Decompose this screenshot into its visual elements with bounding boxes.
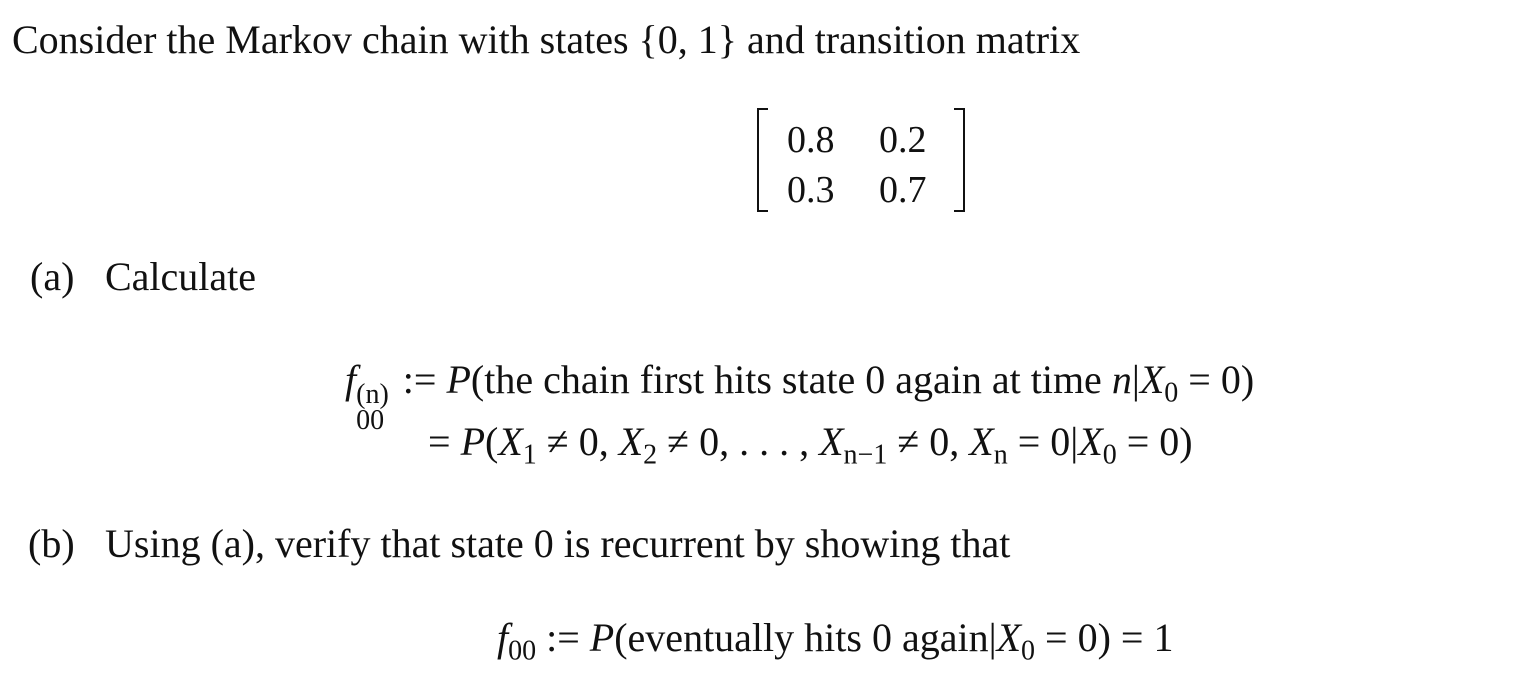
transition-matrix: 0.8 0.2 0.3 0.7 <box>757 108 965 212</box>
math-subscript: 00 <box>508 635 537 667</box>
part-b-label: (b) <box>28 521 75 566</box>
math-text: = 0) <box>1116 419 1193 464</box>
matrix-cell: 0.7 <box>879 169 927 211</box>
math-variable: f <box>497 615 509 660</box>
superscript: (n) <box>356 378 389 410</box>
math-variable: P <box>589 615 615 660</box>
math-subscript: n−1 <box>843 439 888 471</box>
math-variable: X <box>618 419 644 464</box>
math-text: := <box>392 357 447 402</box>
math-subscript: 0 <box>1021 635 1036 667</box>
math-variable: X <box>1078 419 1103 464</box>
math-variable: X <box>996 615 1022 660</box>
math-variable: X <box>498 419 523 464</box>
math-variable: X <box>819 419 844 464</box>
matrix-cell: 0.2 <box>879 119 927 161</box>
math-text: ≠ 0, <box>887 419 970 464</box>
math-text: (eventually hits 0 again| <box>614 615 997 660</box>
math-text: (the chain first hits state 0 again at t… <box>470 357 1112 402</box>
math-variable: P <box>446 357 471 402</box>
math-text: := <box>536 615 590 660</box>
math-text: = 0) <box>1178 357 1255 402</box>
subscript: 00 <box>356 405 385 437</box>
math-text: ( <box>485 419 499 464</box>
math-subsup: (n) 00 <box>356 378 389 437</box>
math-variable: X <box>1139 357 1165 402</box>
math-subscript: n <box>993 439 1008 471</box>
math-text: = <box>428 419 461 464</box>
matrix-cell: 0.8 <box>787 119 835 161</box>
math-subscript: 2 <box>643 439 658 471</box>
equation-recurrence: f00 := P(eventually hits 0 again|X0 = 0)… <box>497 618 1173 665</box>
part-a-text: Calculate <box>105 254 257 299</box>
math-text: = 0| <box>1007 419 1079 464</box>
math-subscript: 0 <box>1164 377 1179 409</box>
math-variable: f <box>345 357 357 402</box>
math-text: ≠ 0, <box>536 419 619 464</box>
equation-first-hit-expansion: = P(X1 ≠ 0, X2 ≠ 0, . . . , Xn−1 ≠ 0, Xn… <box>428 422 1193 469</box>
math-variable: n <box>1111 357 1132 402</box>
problem-intro: Consider the Markov chain with states {0… <box>12 17 1081 62</box>
math-variable: X <box>969 419 994 464</box>
left-bracket <box>757 108 768 212</box>
math-text: = 0) = 1 <box>1035 615 1174 660</box>
math-subscript: 0 <box>1102 439 1117 471</box>
math-text: | <box>1131 357 1140 402</box>
right-bracket <box>954 108 965 212</box>
part-a-label: (a) <box>30 254 75 299</box>
part-b-text: Using (a), verify that state 0 is recurr… <box>105 521 1011 566</box>
matrix-cell: 0.3 <box>787 169 835 211</box>
math-variable: P <box>460 419 485 464</box>
math-text: ≠ 0, . . . , <box>657 419 820 464</box>
math-subscript: 1 <box>522 439 537 471</box>
